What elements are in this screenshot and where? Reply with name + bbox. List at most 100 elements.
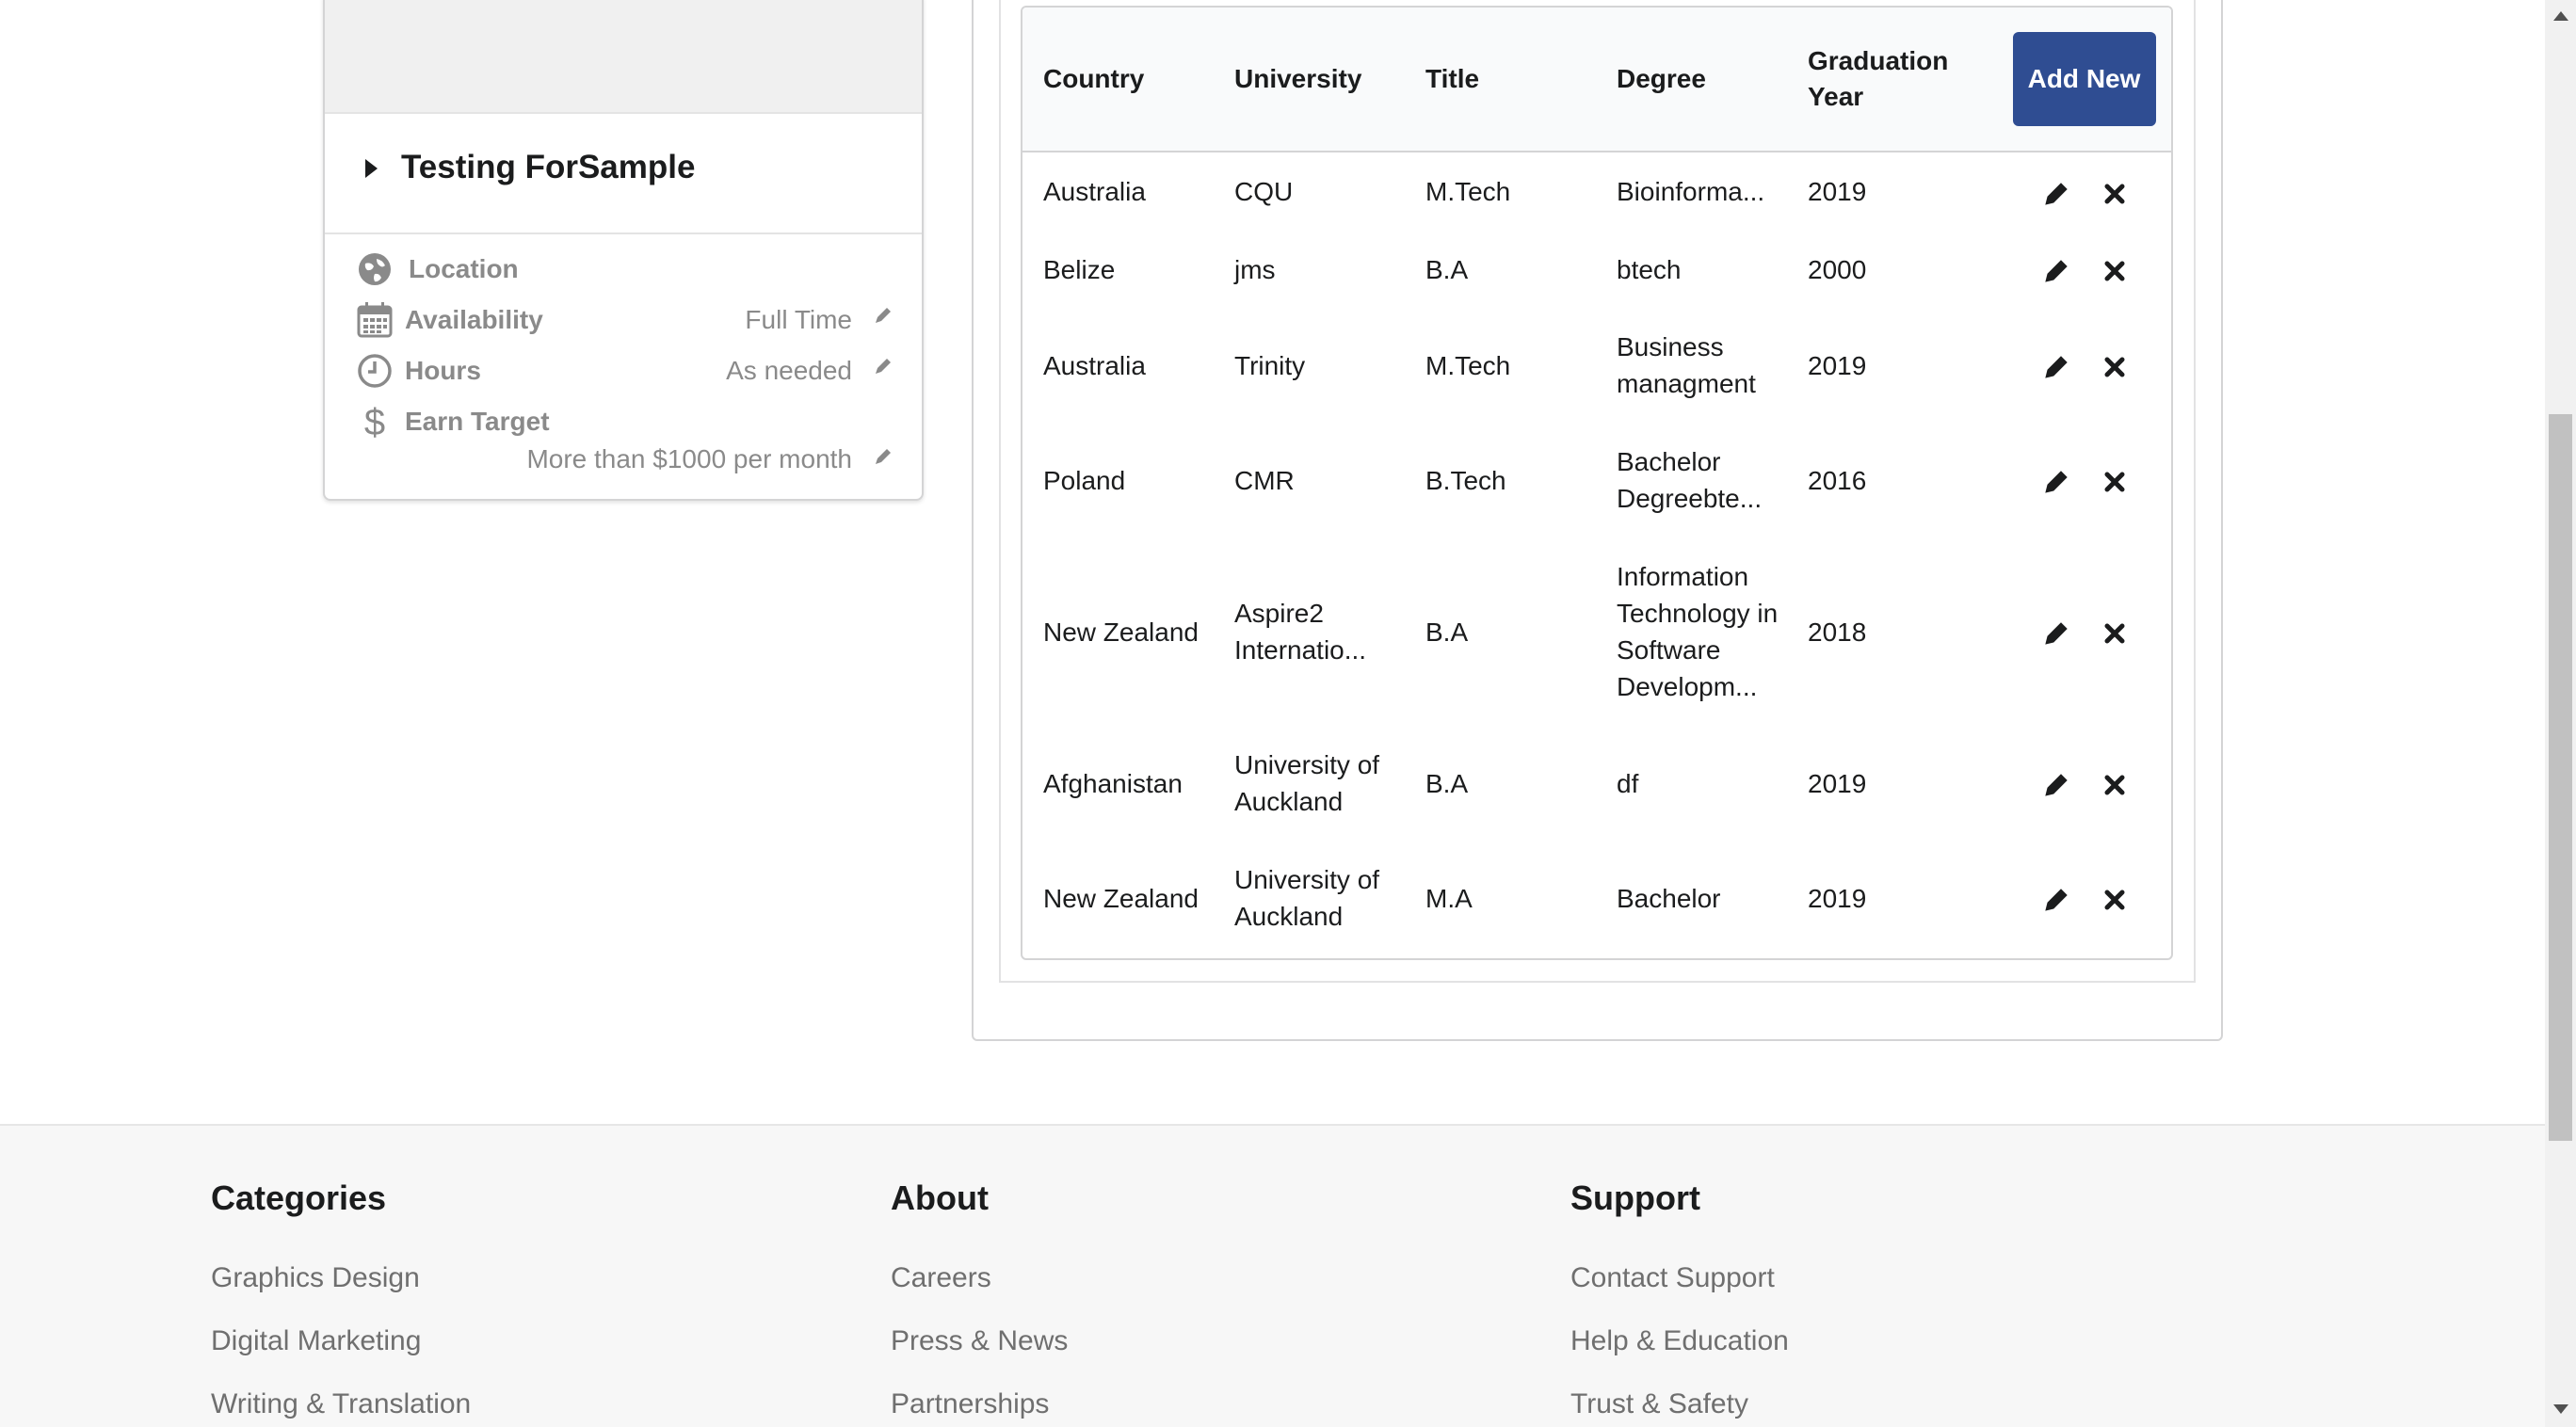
footer: Categories Graphics Design Digital Marke… (0, 1124, 2545, 1427)
cell-title: M.Tech (1425, 350, 1511, 380)
profile-row-label: Hours (405, 356, 481, 385)
footer-link[interactable]: Partnerships (891, 1388, 1049, 1420)
profile-row-location: Location (325, 247, 922, 294)
pencil-icon[interactable] (873, 356, 894, 377)
cell-title: B.Tech (1425, 465, 1506, 495)
close-icon[interactable] (2101, 180, 2129, 208)
footer-link[interactable]: Trust & Safety (1570, 1388, 1748, 1420)
footer-link[interactable]: Help & Education (1570, 1325, 1789, 1357)
cell-degree: btech (1617, 254, 1682, 284)
cell-title: B.A (1425, 617, 1469, 647)
pencil-icon[interactable] (2042, 619, 2070, 648)
cell-degree: df (1617, 768, 1639, 798)
cell-actions (1978, 537, 2171, 726)
profile-row-earn-target: $ Earn Target More than $1000 per month (325, 399, 922, 484)
cell-country: New Zealand (1043, 883, 1199, 913)
add-new-button[interactable]: Add New (2012, 32, 2156, 126)
profile-image-area (325, 0, 922, 114)
table-row: Australia CQU M.Tech Bioinforma... 2019 (1022, 152, 2171, 231)
table-row: New Zealand Aspire2 Internatio... B.A In… (1022, 537, 2171, 726)
cell-country: Australia (1043, 350, 1146, 380)
profile-row-availability: Availability Full Time (325, 297, 922, 345)
pencil-icon[interactable] (873, 305, 894, 326)
cell-title: M.A (1425, 883, 1473, 913)
caret-right-icon[interactable] (365, 159, 378, 178)
table-row: New Zealand University of Auckland M.A B… (1022, 841, 2171, 955)
cell-degree: Information Technology in Software Devel… (1617, 562, 1779, 701)
cell-university: CMR (1234, 465, 1295, 495)
pencil-icon[interactable] (2042, 468, 2070, 496)
footer-link[interactable]: Contact Support (1570, 1262, 1775, 1294)
pencil-icon[interactable] (2042, 771, 2070, 799)
footer-link[interactable]: Digital Marketing (211, 1325, 421, 1357)
column-header-graduation-year[interactable]: Graduation Year (1787, 8, 1978, 152)
close-icon[interactable] (2101, 353, 2129, 381)
cell-actions (1978, 841, 2171, 955)
cell-year: 2000 (1808, 254, 1867, 284)
column-header-country[interactable]: Country (1022, 8, 1214, 152)
profile-row-value: As needed (726, 356, 852, 385)
scroll-up-arrow-icon[interactable] (2553, 11, 2568, 21)
cell-country: Poland (1043, 465, 1126, 495)
education-table-container: Country University Title Degree Graduati… (1021, 6, 2173, 960)
close-icon[interactable] (2101, 257, 2129, 285)
footer-heading: Categories (211, 1178, 387, 1217)
pencil-icon[interactable] (2042, 353, 2070, 381)
cell-university: Aspire2 Internatio... (1234, 599, 1367, 665)
svg-text:$: $ (364, 403, 385, 441)
close-icon[interactable] (2101, 771, 2129, 799)
table-row: Belize jms B.A btech 2000 (1022, 231, 2171, 308)
cell-degree: Bachelor Degreebte... (1617, 447, 1763, 513)
cell-university: CQU (1234, 177, 1294, 206)
footer-heading: Support (1570, 1178, 1700, 1217)
scroll-down-arrow-icon[interactable] (2553, 1404, 2568, 1414)
profile-row-value: More than $1000 per month (526, 444, 852, 473)
pencil-icon[interactable] (2042, 886, 2070, 914)
profile-row-label: Earn Target (405, 407, 550, 436)
cell-degree: Bioinforma... (1617, 177, 1765, 206)
cell-actions (1978, 152, 2171, 231)
cell-degree: Business managment (1617, 332, 1756, 398)
table-row: Poland CMR B.Tech Bachelor Degreebte... … (1022, 423, 2171, 537)
cell-university: jms (1234, 254, 1276, 284)
column-header-actions: Add New (1978, 8, 2171, 152)
pencil-icon[interactable] (873, 446, 894, 467)
cell-country: Afghanistan (1043, 768, 1183, 798)
cell-country: New Zealand (1043, 617, 1199, 647)
table-row: Australia Trinity M.Tech Business managm… (1022, 308, 2171, 423)
profile-row-value: Full Time (745, 305, 852, 334)
footer-link[interactable]: Graphics Design (211, 1262, 420, 1294)
profile-card: Testing ForSample Location Availability … (323, 0, 924, 501)
profile-row-hours: Hours As needed (325, 348, 922, 395)
calendar-icon (357, 302, 393, 338)
column-header-degree[interactable]: Degree (1596, 8, 1787, 152)
page: Testing ForSample Location Availability … (0, 0, 2545, 1427)
column-header-university[interactable]: University (1214, 8, 1405, 152)
cell-year: 2019 (1808, 768, 1867, 798)
footer-link[interactable]: Writing & Translation (211, 1388, 471, 1420)
scrollbar-thumb[interactable] (2549, 414, 2572, 1141)
close-icon[interactable] (2101, 886, 2129, 914)
cell-year: 2016 (1808, 465, 1867, 495)
cell-university: University of Auckland (1234, 750, 1380, 816)
cell-actions (1978, 423, 2171, 537)
cell-actions (1978, 231, 2171, 308)
close-icon[interactable] (2101, 468, 2129, 496)
footer-link[interactable]: Press & News (891, 1325, 1068, 1357)
close-icon[interactable] (2101, 619, 2129, 648)
cell-year: 2019 (1808, 177, 1867, 206)
footer-link[interactable]: Careers (891, 1262, 991, 1294)
vertical-scrollbar[interactable] (2545, 0, 2576, 1427)
cell-title: B.A (1425, 254, 1469, 284)
footer-heading: About (891, 1178, 989, 1217)
profile-name-row[interactable]: Testing ForSample (325, 114, 922, 234)
globe-icon (359, 253, 391, 285)
table-row: Afghanistan University of Auckland B.A d… (1022, 726, 2171, 841)
cell-year: 2018 (1808, 617, 1867, 647)
table-header-row: Country University Title Degree Graduati… (1022, 8, 2171, 152)
column-header-title[interactable]: Title (1405, 8, 1596, 152)
pencil-icon[interactable] (2042, 257, 2070, 285)
pencil-icon[interactable] (2042, 180, 2070, 208)
cell-country: Australia (1043, 177, 1146, 206)
profile-row-label: Availability (405, 305, 543, 334)
